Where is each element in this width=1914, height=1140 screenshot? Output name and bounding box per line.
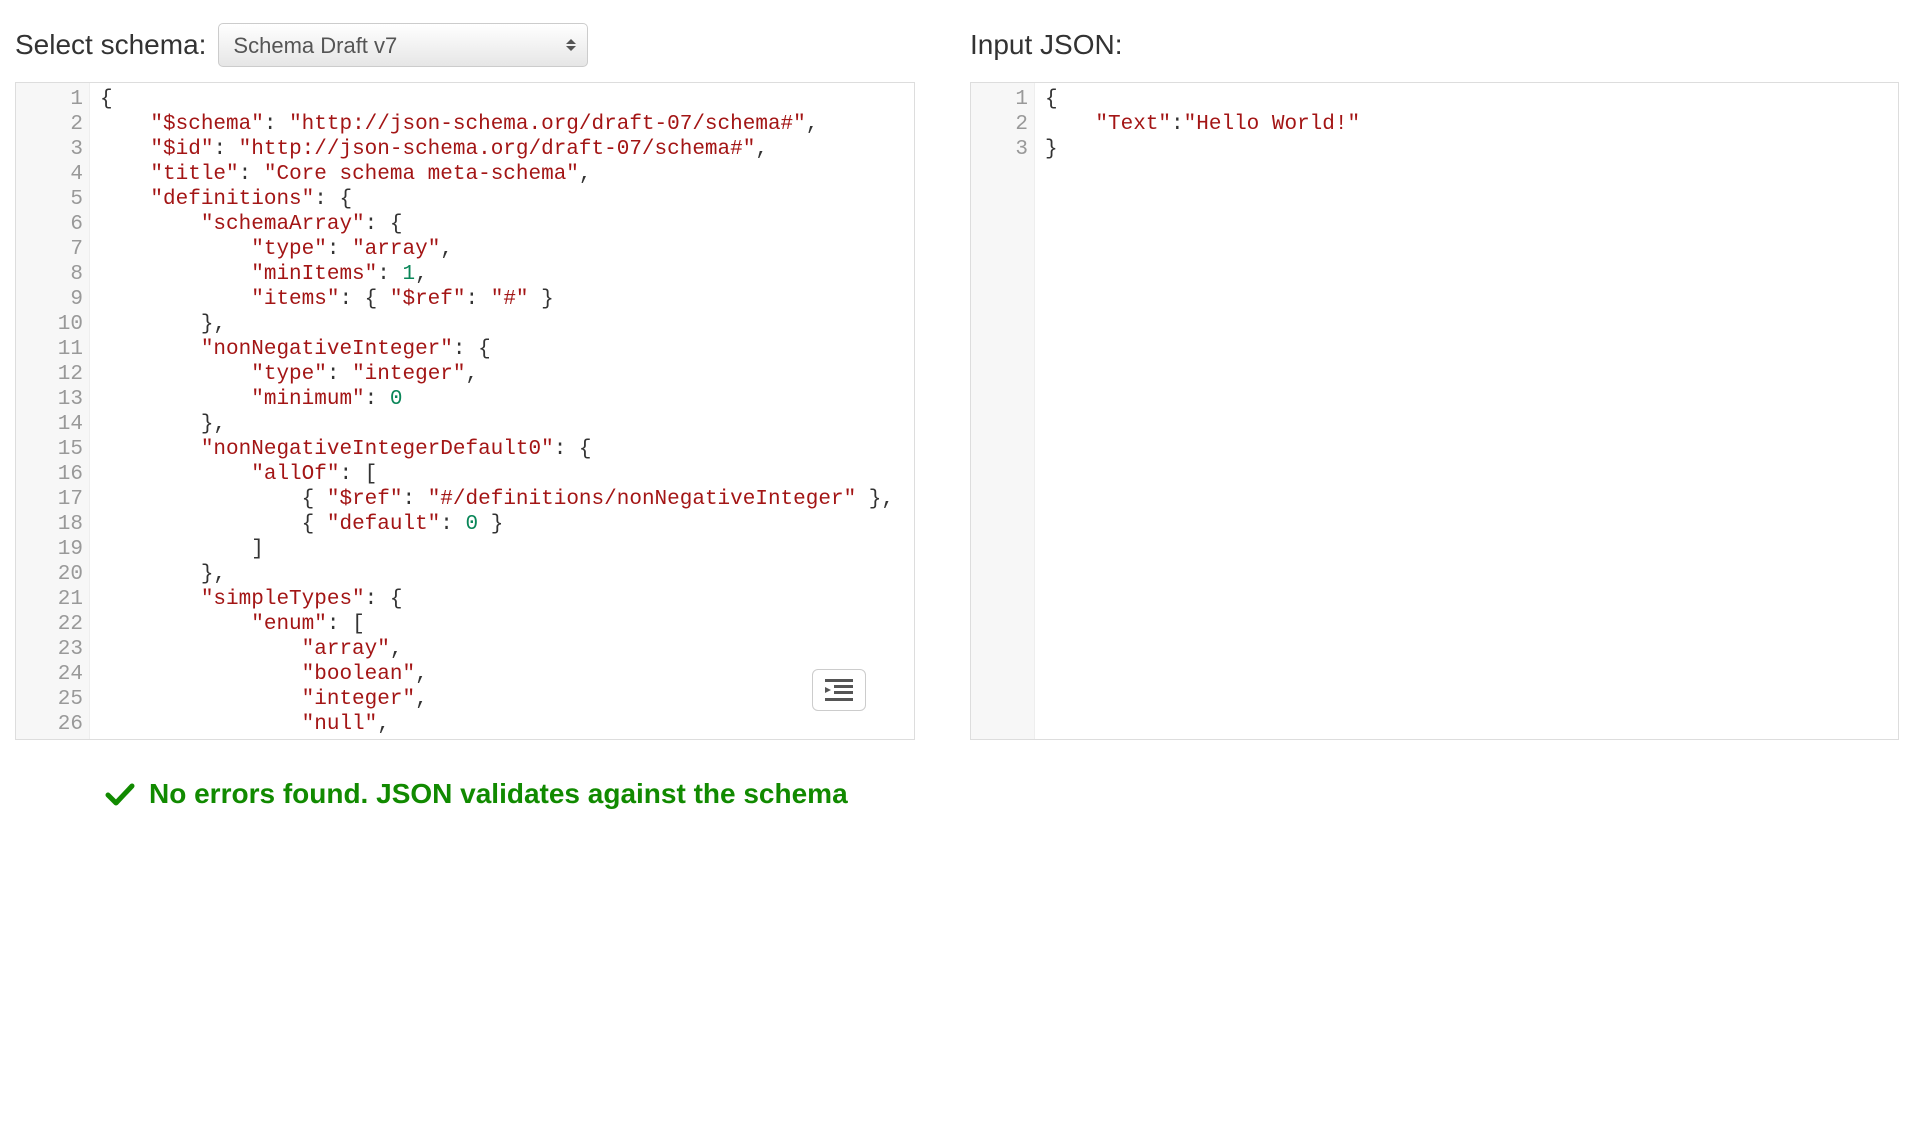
schema-label: Select schema: [15, 29, 206, 61]
schema-code[interactable]: { "$schema": "http://json-schema.org/dra… [90, 83, 914, 739]
indent-icon [825, 679, 853, 701]
input-label: Input JSON: [970, 29, 1123, 61]
validation-status: No errors found. JSON validates against … [105, 778, 1899, 810]
schema-select[interactable]: Schema Draft v7 [218, 23, 588, 67]
schema-gutter: 1234567891011121314151617181920212223242… [16, 83, 90, 739]
format-button[interactable] [812, 669, 866, 711]
input-gutter: 123 [971, 83, 1035, 739]
status-text: No errors found. JSON validates against … [149, 778, 848, 810]
input-code[interactable]: { "Text":"Hello World!"} [1035, 83, 1898, 739]
schema-editor[interactable]: 1234567891011121314151617181920212223242… [15, 82, 915, 740]
check-icon [105, 782, 135, 806]
input-editor[interactable]: 123 { "Text":"Hello World!"} [970, 82, 1899, 740]
